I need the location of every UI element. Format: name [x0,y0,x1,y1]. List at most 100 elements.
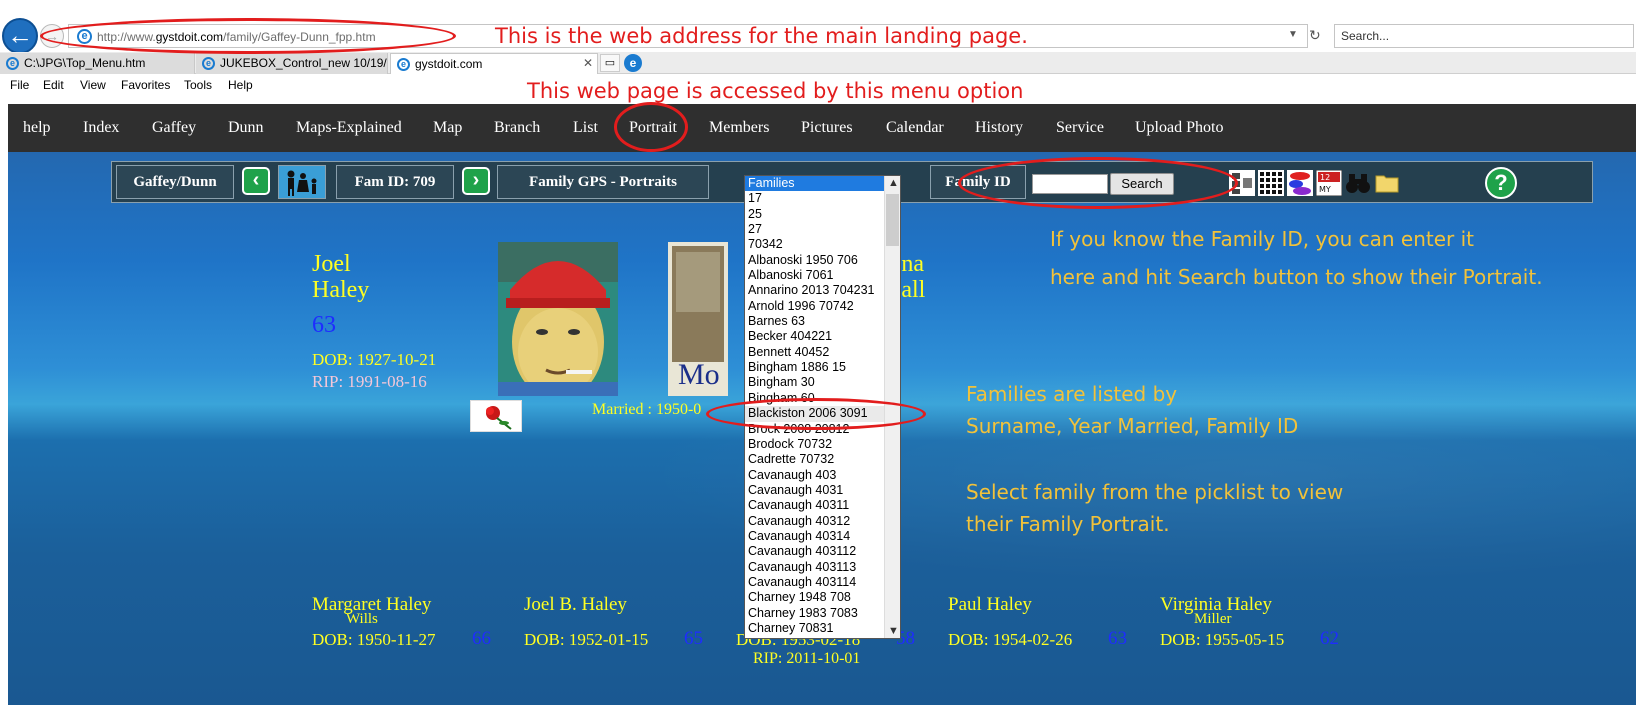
picklist-option[interactable]: Arnold 1996 70742 [745,299,900,314]
picklist-option[interactable]: Cavanaugh 40314 [745,529,900,544]
menu-help[interactable]: Help [228,78,253,92]
address-dropdown-icon[interactable]: ▼ [1288,29,1298,40]
nav-index[interactable]: Index [83,119,119,137]
picklist-option[interactable]: Albanoski 7061 [745,268,900,283]
picklist-option[interactable]: 70342 [745,237,900,252]
nav-service[interactable]: Service [1056,119,1104,137]
new-tab-button[interactable]: ▭ [600,54,620,72]
binoculars-icon[interactable] [1345,170,1371,196]
parent2-photo-caption: Mo [678,358,720,391]
picklist-option[interactable]: Cavanaugh 40312 [745,514,900,529]
parent1-photo[interactable] [498,242,618,396]
parent1-last-name[interactable]: Haley [312,277,369,303]
annotation-family-id-2: here and hit Search button to show their… [1050,265,1543,289]
search-button[interactable]: Search [1110,173,1174,195]
picklist-option[interactable]: Cavanaugh 403112 [745,544,900,559]
nav-dunn[interactable]: Dunn [228,119,264,137]
color-dots-icon[interactable] [1287,170,1313,196]
nav-history[interactable]: History [975,119,1023,137]
child-name[interactable]: Joel B. Haley [524,594,627,616]
picklist-option[interactable]: Cavanaugh 403114 [745,575,900,590]
scroll-thumb[interactable] [886,194,899,246]
browser-search-input[interactable]: Search... [1334,24,1634,48]
site-nav: help Index Gaffey Dunn Maps-Explained Ma… [8,104,1636,152]
picklist-option[interactable]: Bingham 60 [745,391,900,406]
picklist-option[interactable]: Bingham 1886 15 [745,360,900,375]
picklist-option[interactable]: 25 [745,207,900,222]
annotation-address: This is the web address for the main lan… [495,24,1028,48]
nav-list[interactable]: List [573,119,598,137]
picklist-option[interactable]: Barnes 63 [745,314,900,329]
tab-top-menu[interactable]: e C:\JPG\Top_Menu.htm [0,53,195,74]
forward-button[interactable]: → [40,24,64,48]
picklist-option[interactable]: Cavanaugh 40311 [745,498,900,513]
family-name-label: Gaffey/Dunn [116,165,234,199]
picklist-option[interactable]: Cadrette 70732 [745,452,900,467]
picklist-option[interactable]: Bingham 30 [745,375,900,390]
family-id-input[interactable] [1032,174,1108,194]
menu-view[interactable]: View [80,78,106,92]
parent1-first-name[interactable]: Joel [312,251,351,277]
picklist-header[interactable]: Families [745,176,900,192]
tab-jukebox[interactable]: e JUKEBOX_Control_new 10/19/2... [196,53,388,74]
picklist-scrollbar[interactable]: ▲ ▼ [884,176,900,638]
folder-icon[interactable] [1374,170,1400,196]
nav-maps-explained[interactable]: Maps-Explained [296,119,402,137]
nav-map[interactable]: Map [433,119,462,137]
families-picklist[interactable]: Families 17 25 27 70342 Albanoski 1950 7… [744,175,901,639]
help-icon[interactable]: ? [1485,167,1517,199]
edge-icon[interactable]: e [624,54,642,72]
child-dob: DOB: 1954-02-26 [948,630,1073,649]
child-age: 63 [1108,628,1127,649]
parent1-dob: DOB: 1927-10-21 [312,350,437,369]
family-icon[interactable] [278,165,326,199]
picklist-option[interactable]: Becker 404221 [745,329,900,344]
picklist-option[interactable]: Cavanaugh 4031 [745,483,900,498]
menu-tools[interactable]: Tools [184,78,212,92]
address-url[interactable]: http://www.gystdoit.com/family/Gaffey-Du… [97,30,376,44]
nav-portrait[interactable]: Portrait [629,119,677,137]
picklist-option[interactable]: Charney 70831 [745,621,900,636]
refresh-icon[interactable]: ↻ [1309,27,1321,44]
parent1-age: 63 [312,312,336,338]
rose-icon [470,400,522,432]
nav-branch[interactable]: Branch [494,119,540,137]
menu-edit[interactable]: Edit [43,78,64,92]
close-icon[interactable]: ✕ [583,56,593,70]
annotation-select-1: Select family from the picklist to view [966,480,1344,504]
back-button[interactable]: ← [2,18,38,54]
menu-favorites[interactable]: Favorites [121,78,170,92]
svg-text:12: 12 [1320,173,1330,182]
child-name[interactable]: Paul Haley [948,594,1032,616]
annotation-families-2: Surname, Year Married, Family ID [966,414,1299,438]
parent2-photo[interactable]: Mo [668,242,728,396]
calendar-grid-icon[interactable] [1258,170,1284,196]
picklist-option[interactable]: Brock 2008 20812 [745,422,900,437]
picklist-option-highlighted[interactable]: Blackiston 2006 3091 [745,406,900,422]
picklist-option[interactable]: Albanoski 1950 706 [745,253,900,268]
picklist-option[interactable]: Cavanaugh 403 [745,468,900,483]
nav-members[interactable]: Members [709,119,769,137]
nav-help[interactable]: help [23,119,51,137]
menu-file[interactable]: File [10,78,29,92]
nav-upload-photo[interactable]: Upload Photo [1135,119,1223,137]
dates-icon[interactable]: 12 MY [1316,170,1342,196]
picklist-option[interactable]: Brodock 70732 [745,437,900,452]
child-dob: DOB: 1952-01-15 [524,630,649,649]
nav-pictures[interactable]: Pictures [801,119,853,137]
nav-calendar[interactable]: Calendar [886,119,944,137]
picklist-option[interactable]: 17 [745,191,900,206]
scroll-down-icon[interactable]: ▼ [888,625,899,637]
picklist-option[interactable]: Annarino 2013 704231 [745,283,900,298]
picklist-option[interactable]: Charney 1948 708 [745,590,900,605]
scroll-up-icon[interactable]: ▲ [888,177,899,189]
tab-gystdoit[interactable]: e gystdoit.com ✕ [390,53,598,74]
nav-gaffey[interactable]: Gaffey [152,119,196,137]
picklist-option[interactable]: Cavanaugh 403113 [745,560,900,575]
org-chart-icon[interactable] [1229,170,1255,196]
picklist-option[interactable]: 27 [745,222,900,237]
next-arrow-icon[interactable]: › [462,167,490,195]
picklist-option[interactable]: Bennett 40452 [745,345,900,360]
picklist-option[interactable]: Charney 1983 7083 [745,606,900,621]
prev-arrow-icon[interactable]: ‹ [242,167,270,195]
